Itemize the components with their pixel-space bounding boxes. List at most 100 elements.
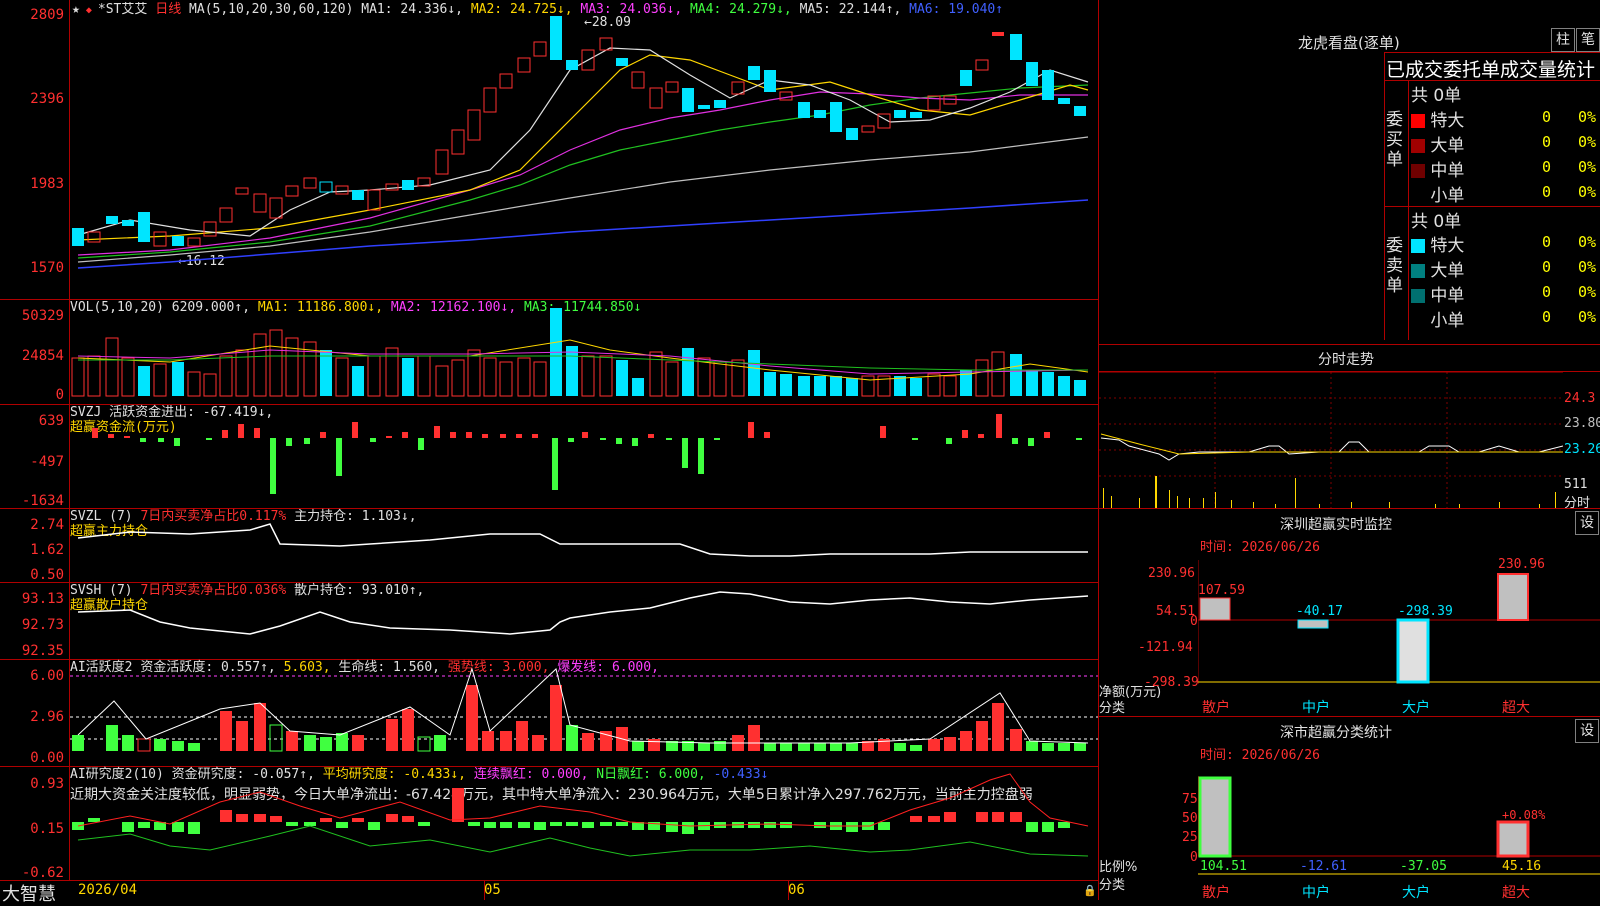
stats-cat-super: 超大 [1502, 885, 1530, 901]
ai1-y-label: 2.96 [30, 709, 64, 725]
sell-row-value: 0 [1542, 258, 1552, 276]
svzj-chart[interactable] [70, 404, 1098, 508]
stats-value-large: -37.05 [1400, 859, 1447, 874]
ai2-y-label: -0.62 [21, 865, 64, 881]
svzj-y-label: -497 [30, 454, 64, 470]
intraday-y-label: 23.26 [1564, 442, 1600, 457]
right-divider [1098, 344, 1600, 345]
intraday-chart[interactable] [1099, 372, 1563, 508]
vol-y-label: 0 [55, 387, 64, 403]
intraday-price-line [1100, 437, 1563, 461]
svsh-y-label: 92.35 [21, 643, 64, 659]
price-y-label: 2396 [30, 91, 64, 107]
svzl-y-label: 0.50 [30, 567, 64, 583]
svsh-y-label: 92.73 [21, 617, 64, 633]
tick-view-button[interactable]: 笔 [1576, 28, 1600, 52]
monitor-y-label: 0 [1190, 614, 1198, 629]
buy-row-value: 0 [1542, 183, 1552, 201]
monitor-bar-retail [1199, 597, 1231, 621]
intraday-vol-label: 511 [1564, 477, 1588, 492]
monitor-bar-super [1497, 573, 1529, 621]
ai2-bars [72, 788, 1070, 834]
monitor-cat-large: 大户 [1402, 700, 1430, 716]
monitor-value-mid: -40.17 [1296, 604, 1343, 619]
stats-title: 深市超赢分类统计 [1280, 725, 1392, 741]
stats-y-label: 0 [1190, 850, 1198, 865]
svzj-bars [92, 414, 1082, 494]
sell-row-value: 0 [1542, 233, 1552, 251]
stats-value-super: 45.16 [1502, 859, 1542, 874]
sell-row-percent: 0% [1578, 233, 1597, 251]
vol-ma3-line [78, 355, 1088, 371]
intraday-title: 分时走势 [1318, 352, 1374, 368]
svzl-line [77, 523, 1088, 557]
right-divider [1098, 508, 1600, 509]
ma4-line [77, 84, 1089, 259]
monitor-y-label: -121.94 [1138, 640, 1193, 655]
buy-row-percent: 0% [1578, 183, 1597, 201]
sell-row-percent: 0% [1578, 258, 1597, 276]
buy-row-value: 0 [1542, 108, 1552, 126]
monitor-time: 时间: 2026/06/26 [1200, 540, 1320, 555]
monitor-title: 深圳超赢实时监控 [1280, 517, 1392, 533]
svzj-y-label: 639 [38, 413, 64, 429]
stats-y-label: 75 [1182, 792, 1198, 807]
stats-cat-large: 大户 [1402, 885, 1430, 901]
sell-row: 特大 [1411, 231, 1464, 256]
monitor-cat-mid: 中户 [1302, 700, 1330, 716]
svzj-y-label: -1634 [21, 493, 64, 509]
buy-row: 特大 [1411, 106, 1464, 131]
monitor-settings-button[interactable]: 设 [1575, 511, 1599, 535]
stats-cat-mid: 中户 [1302, 885, 1330, 901]
sell-row-value: 0 [1542, 283, 1552, 301]
svsh-chart[interactable] [70, 582, 1098, 659]
monitor-category-label: 分类 [1099, 701, 1126, 716]
ai2-chart[interactable] [70, 766, 1098, 880]
buy-row-value: 0 [1542, 158, 1552, 176]
stats-value-retail: 104.51 [1200, 859, 1247, 874]
svzl-chart[interactable] [70, 508, 1098, 582]
divider-xaxis [0, 880, 1098, 881]
stats-note: +0.08% [1502, 808, 1546, 822]
svsh-y-label: 93.13 [21, 591, 64, 607]
vol-y-label: 24854 [21, 348, 64, 364]
ai1-y-label: 0.00 [30, 750, 64, 766]
sell-row-percent: 0% [1578, 308, 1597, 326]
right-divider [1384, 52, 1385, 340]
right-divider [1384, 52, 1600, 53]
buy-row: 大单 [1411, 131, 1464, 156]
brand-logo: 大智慧 [2, 884, 56, 905]
stats-y-label: 50 [1182, 811, 1198, 826]
candlestick-chart[interactable] [70, 0, 1098, 299]
intraday-y-label: 23.80 [1564, 416, 1600, 431]
stats-y-label: 25 [1182, 830, 1198, 845]
x-axis-month-06: 06 [788, 882, 805, 898]
price-y-label: 1570 [30, 260, 64, 276]
sell-row: 中单 [1411, 281, 1464, 306]
svzl-y-label: 1.62 [30, 542, 64, 558]
ai1-chart[interactable] [70, 659, 1098, 766]
vol-y-label: 50329 [21, 308, 64, 324]
order-stats-header: 已成交委托单成交量统计 [1386, 59, 1596, 81]
ma2-line [77, 54, 1089, 241]
stats-bar-retail [1198, 776, 1232, 858]
vol-ma2-line [77, 349, 1089, 375]
monitor-cat-retail: 散户 [1202, 700, 1230, 716]
sell-total: 共 0单 [1411, 212, 1462, 232]
monitor-chart[interactable] [1198, 560, 1600, 684]
stats-bar-super [1496, 820, 1530, 858]
monitor-value-retail: 107.59 [1198, 583, 1245, 598]
dragon-tiger-title: 龙虎看盘(逐单) [1298, 34, 1400, 52]
sell-row: 大单 [1411, 256, 1464, 281]
price-y-label: 1983 [30, 176, 64, 192]
bar-view-button[interactable]: 柱 [1551, 28, 1575, 52]
svsh-line [77, 591, 1089, 635]
volume-chart[interactable] [70, 300, 1098, 404]
sell-row-value: 0 [1542, 308, 1552, 326]
ai1-bars [72, 685, 1086, 752]
svzl-y-label: 2.74 [30, 517, 64, 533]
stats-settings-button[interactable]: 设 [1575, 719, 1599, 743]
x-axis-tick [788, 880, 789, 900]
lock-icon[interactable]: 🔒 [1083, 884, 1097, 897]
intraday-avg-line [1100, 433, 1563, 455]
